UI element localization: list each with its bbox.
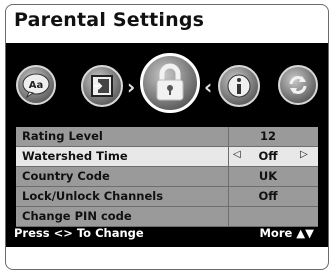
column-divider [228, 187, 229, 206]
chevron-right-icon: › [127, 75, 136, 99]
setting-row-rating-level[interactable]: Rating Level 12 [16, 127, 318, 147]
setting-label: Change PIN code [22, 209, 132, 223]
svg-text:Aa: Aa [29, 80, 44, 91]
aa-icon[interactable]: Aa [16, 65, 56, 105]
navigation-hint: Press <> To Change [14, 226, 144, 240]
setting-label: Country Code [22, 169, 110, 183]
setting-row-lock-unlock-channels[interactable]: Lock/Unlock Channels Off [16, 187, 318, 207]
increase-arrow-icon[interactable]: ▷ [300, 149, 308, 160]
column-divider [228, 167, 229, 186]
setting-value: UK [258, 169, 278, 183]
category-icon-bar: Aa › ‹ [6, 47, 328, 127]
chevron-left-icon: ‹ [204, 75, 213, 99]
tv-menu-window: Parental Settings Aa › ‹ Rating Level 12… [5, 4, 329, 270]
setting-value: 12 [259, 129, 276, 143]
refresh-icon[interactable] [278, 65, 318, 105]
page-title: Parental Settings [14, 9, 205, 31]
menu-panel: Aa › ‹ Rating Level 12 Watershed Time ◁ … [6, 43, 328, 247]
setting-value: Off [258, 149, 278, 163]
setting-label: Watershed Time [22, 149, 128, 163]
column-divider [228, 147, 229, 166]
setting-label: Rating Level [22, 129, 103, 143]
setting-value: Off [258, 189, 278, 203]
lock-icon[interactable] [140, 53, 200, 113]
more-indicator: More ▲▼ [259, 226, 314, 240]
input-icon[interactable] [81, 65, 123, 107]
setting-row-watershed-time[interactable]: Watershed Time ◁ Off ▷ [16, 147, 318, 167]
settings-list: Rating Level 12 Watershed Time ◁ Off ▷ C… [16, 127, 318, 227]
setting-label: Lock/Unlock Channels [22, 189, 164, 203]
setting-row-country-code[interactable]: Country Code UK [16, 167, 318, 187]
footer-bar: Press <> To Change More ▲▼ [6, 223, 328, 245]
info-icon[interactable] [218, 65, 260, 107]
column-divider [228, 127, 229, 146]
